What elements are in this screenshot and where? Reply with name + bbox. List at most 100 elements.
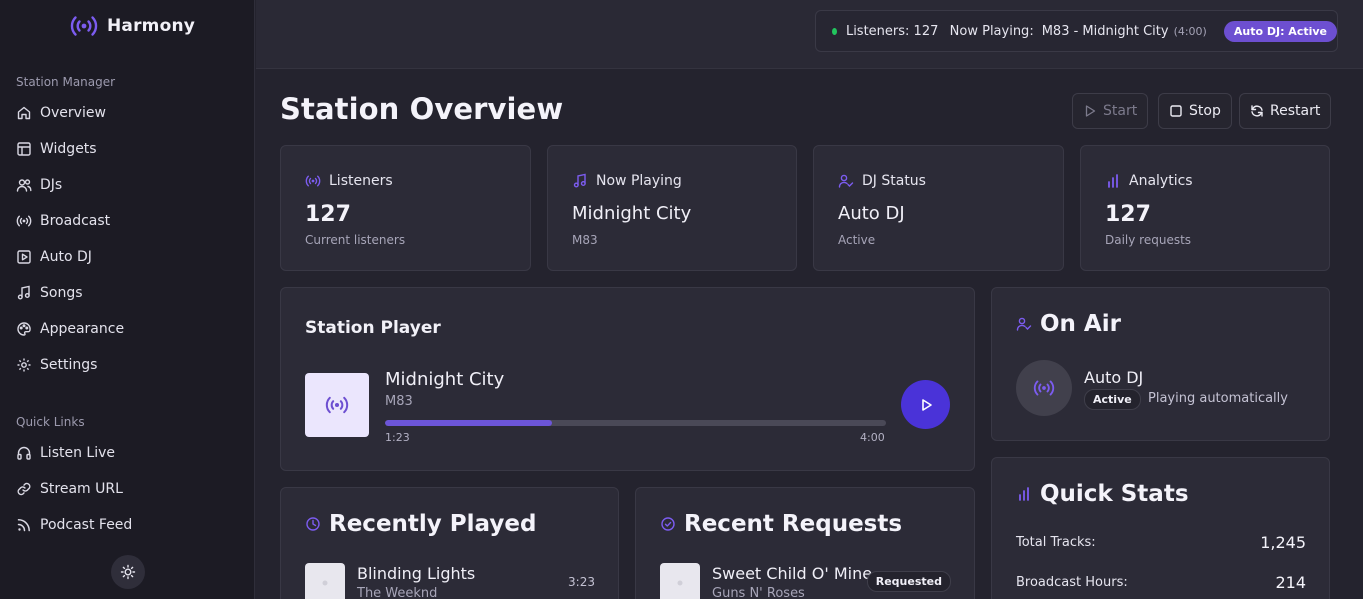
section-station-manager: Station Manager [16, 75, 116, 89]
now-playing-label: Now Playing: [949, 23, 1034, 39]
recently-played-card: Recently Played Blinding Lights The Week… [280, 487, 619, 599]
broadcast-icon [305, 175, 321, 187]
user-check-icon [838, 174, 854, 188]
sidebar-item-label: Auto DJ [40, 249, 92, 265]
quick-stat-label: Total Tracks: [1016, 535, 1096, 550]
status-badge: Requested [866, 571, 951, 592]
listeners-count: Listeners: 127 [845, 23, 939, 39]
home-icon [17, 106, 31, 120]
stat-value: 127 [305, 202, 351, 227]
sidebar-item-appearance[interactable]: Appearance [0, 311, 254, 347]
stat-label: DJ Status [862, 173, 926, 189]
sidebar-nav: Overview Widgets DJs Broadcast Auto DJ S… [0, 95, 254, 383]
list-item-title[interactable]: Blinding Lights [357, 564, 475, 583]
recently-played-heading: Recently Played [305, 511, 536, 537]
stat-card-analytics: Analytics 127 Daily requests [1080, 145, 1330, 271]
stat-head: Listeners [305, 173, 393, 189]
stat-head: DJ Status [838, 173, 926, 189]
sidebar-item-label: Overview [40, 105, 106, 121]
quick-stat-value: 1,245 [1260, 533, 1306, 552]
clock-icon [306, 517, 320, 531]
sidebar-item-widgets[interactable]: Widgets [0, 131, 254, 167]
stop-icon [1170, 105, 1182, 117]
link-podcast-feed[interactable]: Podcast Feed [0, 507, 254, 543]
stat-sub: Current listeners [305, 233, 406, 247]
sidebar-item-djs[interactable]: DJs [0, 167, 254, 203]
link-label: Podcast Feed [40, 517, 133, 533]
gear-icon [17, 358, 31, 372]
on-air-dj-name: Auto DJ [1084, 368, 1144, 387]
sidebar-item-broadcast[interactable]: Broadcast [0, 203, 254, 239]
track-thumbnail [660, 563, 700, 599]
sidebar-item-label: Settings [40, 357, 98, 373]
broadcast-logo-icon [69, 13, 99, 39]
stat-card-listeners: Listeners 127 Current listeners [280, 145, 531, 271]
start-button[interactable]: Start [1072, 93, 1149, 129]
play-button[interactable] [901, 380, 950, 429]
on-air-card: On Air Auto DJ Active Playing automatica… [991, 287, 1330, 441]
list-item-title[interactable]: Sweet Child O' Mine [712, 564, 872, 583]
sidebar-item-settings[interactable]: Settings [0, 347, 254, 383]
list-item-time: 3:23 [568, 575, 595, 589]
auto-dj-badge: Auto DJ: Active [1223, 20, 1337, 42]
player-title: Station Player [305, 318, 441, 338]
stat-sub: M83 [572, 233, 598, 247]
theme-toggle-button[interactable] [111, 555, 145, 589]
link-listen-live[interactable]: Listen Live [0, 435, 254, 471]
sidebar-item-auto-dj[interactable]: Auto DJ [0, 239, 254, 275]
station-status-bar: Listeners: 127 Now Playing: M83 - Midnig… [815, 10, 1338, 52]
quick-stat-label: Broadcast Hours: [1016, 575, 1128, 590]
sidebar: Harmony Station Manager Overview Widgets… [0, 0, 255, 599]
now-playing-duration: (4:00) [1173, 24, 1207, 38]
stop-label: Stop [1189, 103, 1221, 119]
stat-label: Now Playing [596, 173, 682, 189]
restart-label: Restart [1270, 103, 1321, 119]
link-label: Stream URL [40, 481, 123, 497]
user-check-icon [1016, 317, 1032, 331]
page-title: Station Overview [280, 92, 564, 126]
quick-stat-row: Total Tracks: 1,245 [1016, 533, 1306, 552]
palette-icon [17, 322, 31, 336]
stat-card-dj-status: DJ Status Auto DJ Active [813, 145, 1064, 271]
music-icon [573, 173, 586, 188]
users-icon [16, 179, 32, 192]
album-art [305, 373, 369, 437]
progress-fill [385, 420, 552, 426]
sidebar-item-songs[interactable]: Songs [0, 275, 254, 311]
music-icon [322, 580, 328, 586]
refresh-icon [1251, 105, 1263, 117]
stat-value: Midnight City [572, 203, 692, 224]
on-air-description: Playing automatically [1148, 391, 1288, 406]
sidebar-item-overview[interactable]: Overview [0, 95, 254, 131]
check-circle-icon [661, 517, 675, 531]
broadcast-icon [1033, 380, 1055, 396]
quick-stats-heading: Quick Stats [1016, 481, 1189, 507]
brand[interactable]: Harmony [69, 13, 195, 39]
progress-bar[interactable] [385, 420, 886, 426]
stat-value: 127 [1105, 202, 1151, 227]
bar-chart-icon [1019, 487, 1029, 501]
start-label: Start [1103, 103, 1138, 119]
link-stream-url[interactable]: Stream URL [0, 471, 254, 507]
layout-icon [17, 142, 31, 156]
topbar: Listeners: 127 Now Playing: M83 - Midnig… [256, 0, 1363, 69]
sidebar-item-label: DJs [40, 177, 63, 193]
restart-button[interactable]: Restart [1239, 93, 1332, 129]
play-icon [921, 398, 932, 411]
stat-head: Analytics [1105, 173, 1193, 189]
stop-button[interactable]: Stop [1158, 93, 1232, 129]
rss-icon [17, 519, 30, 532]
avatar [1016, 360, 1072, 416]
quick-stat-value: 214 [1275, 573, 1306, 592]
stat-label: Analytics [1129, 173, 1193, 189]
link-label: Listen Live [40, 445, 115, 461]
list-item-artist: Guns N' Roses [712, 586, 805, 599]
play-square-icon [17, 250, 31, 264]
on-air-title: On Air [1040, 311, 1121, 337]
track-artist: M83 [385, 394, 413, 409]
broadcast-icon [325, 396, 349, 414]
sun-icon [120, 564, 136, 580]
station-player-card: Station Player Midnight City M83 1:23 4:… [280, 287, 975, 471]
recent-requests-card: Recent Requests Sweet Child O' Mine Guns… [635, 487, 975, 599]
on-air-heading: On Air [1016, 311, 1121, 337]
